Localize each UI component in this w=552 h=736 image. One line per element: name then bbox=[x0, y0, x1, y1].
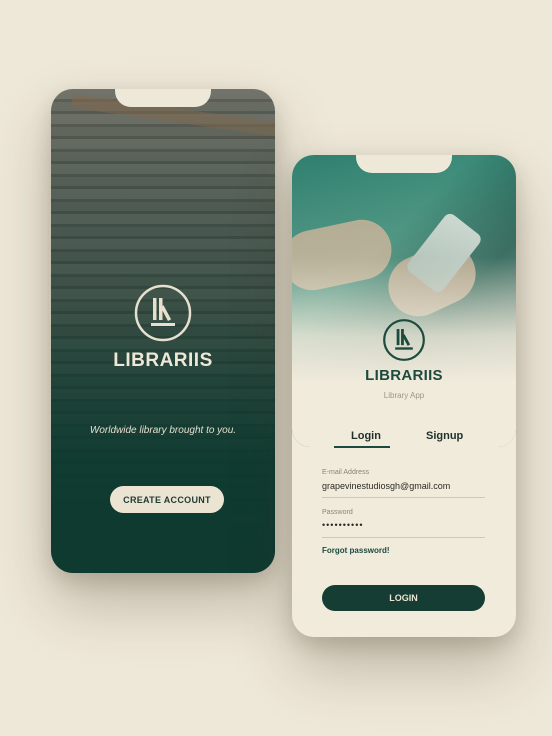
phone-notch bbox=[115, 89, 211, 107]
tagline: Worldwide library brought to you. bbox=[89, 425, 237, 436]
hero-overlay bbox=[292, 155, 516, 447]
password-field[interactable]: •••••••••• bbox=[322, 520, 364, 530]
login-button[interactable]: LOGIN bbox=[322, 585, 485, 611]
create-account-button[interactable]: CREATE ACCOUNT bbox=[110, 486, 224, 513]
tab-signup[interactable]: Signup bbox=[426, 430, 463, 442]
forgot-password-link[interactable]: Forgot password! bbox=[322, 546, 390, 555]
library-logo-icon bbox=[134, 284, 192, 342]
brand-name: LIBRARIIS bbox=[365, 367, 443, 384]
tab-login[interactable]: Login bbox=[351, 430, 381, 442]
email-label: E-mail Address bbox=[322, 469, 370, 476]
login-screen: LIBRARIIS Library App Login Signup E-mai… bbox=[292, 155, 516, 637]
password-field-underline bbox=[322, 537, 485, 538]
active-tab-indicator bbox=[334, 446, 390, 448]
email-field[interactable]: grapevinestudiosgh@gmail.com bbox=[322, 481, 450, 491]
library-logo-icon bbox=[383, 319, 425, 361]
phone-notch bbox=[356, 155, 452, 173]
password-label: Password bbox=[322, 509, 353, 516]
app-subtitle: Library App bbox=[383, 391, 425, 400]
brand-name: LIBRARIIS bbox=[113, 350, 213, 371]
email-field-underline bbox=[322, 497, 485, 498]
welcome-screen: LIBRARIIS Worldwide library brought to y… bbox=[51, 89, 275, 573]
hero-image bbox=[292, 155, 516, 447]
